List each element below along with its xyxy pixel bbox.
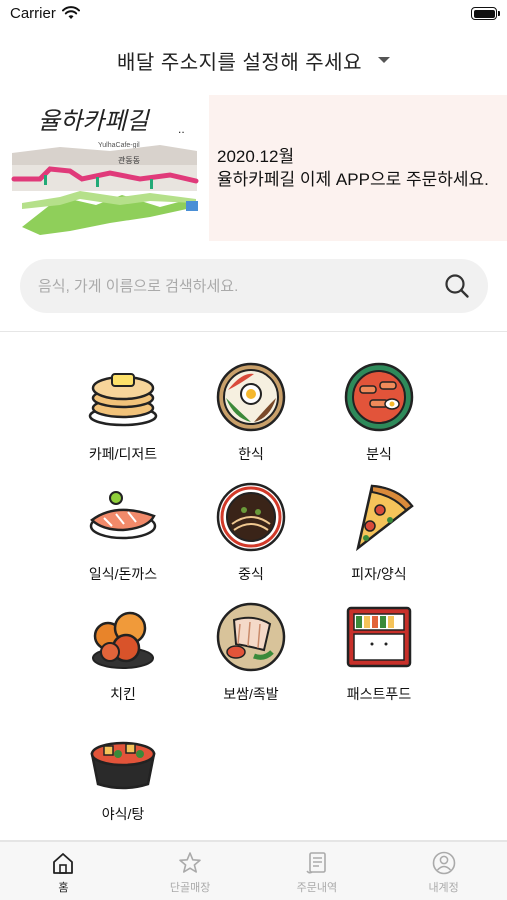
bossam-icon bbox=[216, 602, 286, 672]
category-label: 피자/양식 bbox=[351, 566, 407, 582]
category-label: 패스트푸드 bbox=[346, 686, 412, 702]
wifi-icon bbox=[62, 6, 80, 19]
category-label: 치킨 bbox=[110, 686, 136, 702]
category-label: 보쌈/족발 bbox=[223, 686, 279, 702]
tab-order-history[interactable]: 주문내역 bbox=[254, 842, 381, 900]
tab-label: 홈 bbox=[58, 882, 69, 894]
category-bunsik[interactable]: 분식 bbox=[309, 360, 449, 464]
tab-label: 단골매장 bbox=[169, 882, 211, 894]
tteokbokki-icon bbox=[344, 362, 414, 432]
banner-logo-text: 율하카페길 bbox=[38, 107, 150, 135]
star-icon bbox=[179, 852, 201, 873]
pizza-icon bbox=[356, 484, 414, 552]
banner-logo-subtext: YulhaCafe-gil bbox=[98, 142, 140, 149]
home-icon bbox=[53, 853, 74, 874]
category-bossam-jokbal[interactable]: 보쌈/족발 bbox=[181, 600, 321, 704]
bibimbap-icon bbox=[216, 362, 286, 432]
banner-map-illustration: 율하카페길 .. YulhaCafe-gil 관동동 bbox=[0, 95, 209, 241]
category-fastfood[interactable]: 패스트푸드 bbox=[309, 600, 449, 704]
jajangmyeon-icon bbox=[216, 482, 286, 552]
address-prompt: 배달 주소지를 설정해 주세요 bbox=[117, 51, 362, 74]
banner-subheadline: 율하카페길 이제 APP으로 주문하세요. bbox=[217, 170, 489, 189]
category-late-night-stew[interactable]: 야식/탕 bbox=[53, 720, 193, 824]
category-label: 일식/돈까스 bbox=[88, 566, 158, 582]
category-chinese[interactable]: 중식 bbox=[181, 480, 321, 584]
category-japanese[interactable]: 일식/돈까스 bbox=[53, 480, 193, 584]
stew-icon bbox=[90, 741, 156, 790]
promo-banner[interactable]: 율하카페길 .. YulhaCafe-gil 관동동 2020.12월 율하카페… bbox=[0, 95, 507, 241]
section-divider bbox=[0, 331, 507, 332]
banner-map-label: 관동동 bbox=[118, 155, 140, 165]
user-icon bbox=[432, 851, 455, 875]
battery-icon bbox=[471, 7, 500, 20]
category-chicken[interactable]: 치킨 bbox=[53, 600, 193, 704]
tab-favorite-stores[interactable]: 단골매장 bbox=[127, 842, 254, 900]
category-label: 분식 bbox=[366, 446, 392, 462]
category-label: 중식 bbox=[238, 566, 264, 582]
category-cafe-dessert[interactable]: 카페/디저트 bbox=[53, 360, 193, 464]
receipt-icon bbox=[306, 852, 326, 874]
category-label: 카페/디저트 bbox=[88, 446, 158, 462]
svg-text:..: .. bbox=[178, 122, 185, 136]
tab-label: 주문내역 bbox=[296, 882, 338, 894]
tab-home[interactable]: 홈 bbox=[0, 842, 127, 900]
carrier-label: Carrier bbox=[10, 5, 56, 22]
address-selector[interactable]: 배달 주소지를 설정해 주세요 bbox=[0, 40, 507, 80]
pancake-icon bbox=[88, 373, 158, 427]
bottom-tab-bar: 홈 단골매장 주문내역 내계정 bbox=[0, 840, 507, 900]
search-input[interactable] bbox=[38, 259, 438, 313]
tab-label: 내계정 bbox=[428, 882, 459, 894]
search-bar[interactable] bbox=[20, 259, 488, 313]
category-pizza-western[interactable]: 피자/양식 bbox=[309, 480, 449, 584]
status-bar: Carrier bbox=[0, 0, 507, 30]
banner-text-panel: 2020.12월 율하카페길 이제 APP으로 주문하세요. bbox=[209, 95, 507, 241]
lunchbox-icon bbox=[346, 606, 412, 668]
banner-headline: 2020.12월 bbox=[217, 147, 295, 166]
search-icon[interactable] bbox=[444, 273, 470, 299]
category-korean[interactable]: 한식 bbox=[181, 360, 321, 464]
category-label: 야식/탕 bbox=[101, 806, 145, 822]
chevron-down-icon bbox=[377, 57, 390, 63]
cafe-street-map-image: 율하카페길 .. YulhaCafe-gil 관동동 bbox=[11, 107, 199, 235]
chicken-icon bbox=[92, 611, 154, 669]
category-label: 한식 bbox=[238, 446, 264, 462]
tab-my-account[interactable]: 내계정 bbox=[380, 842, 507, 900]
sushi-icon bbox=[89, 491, 157, 540]
